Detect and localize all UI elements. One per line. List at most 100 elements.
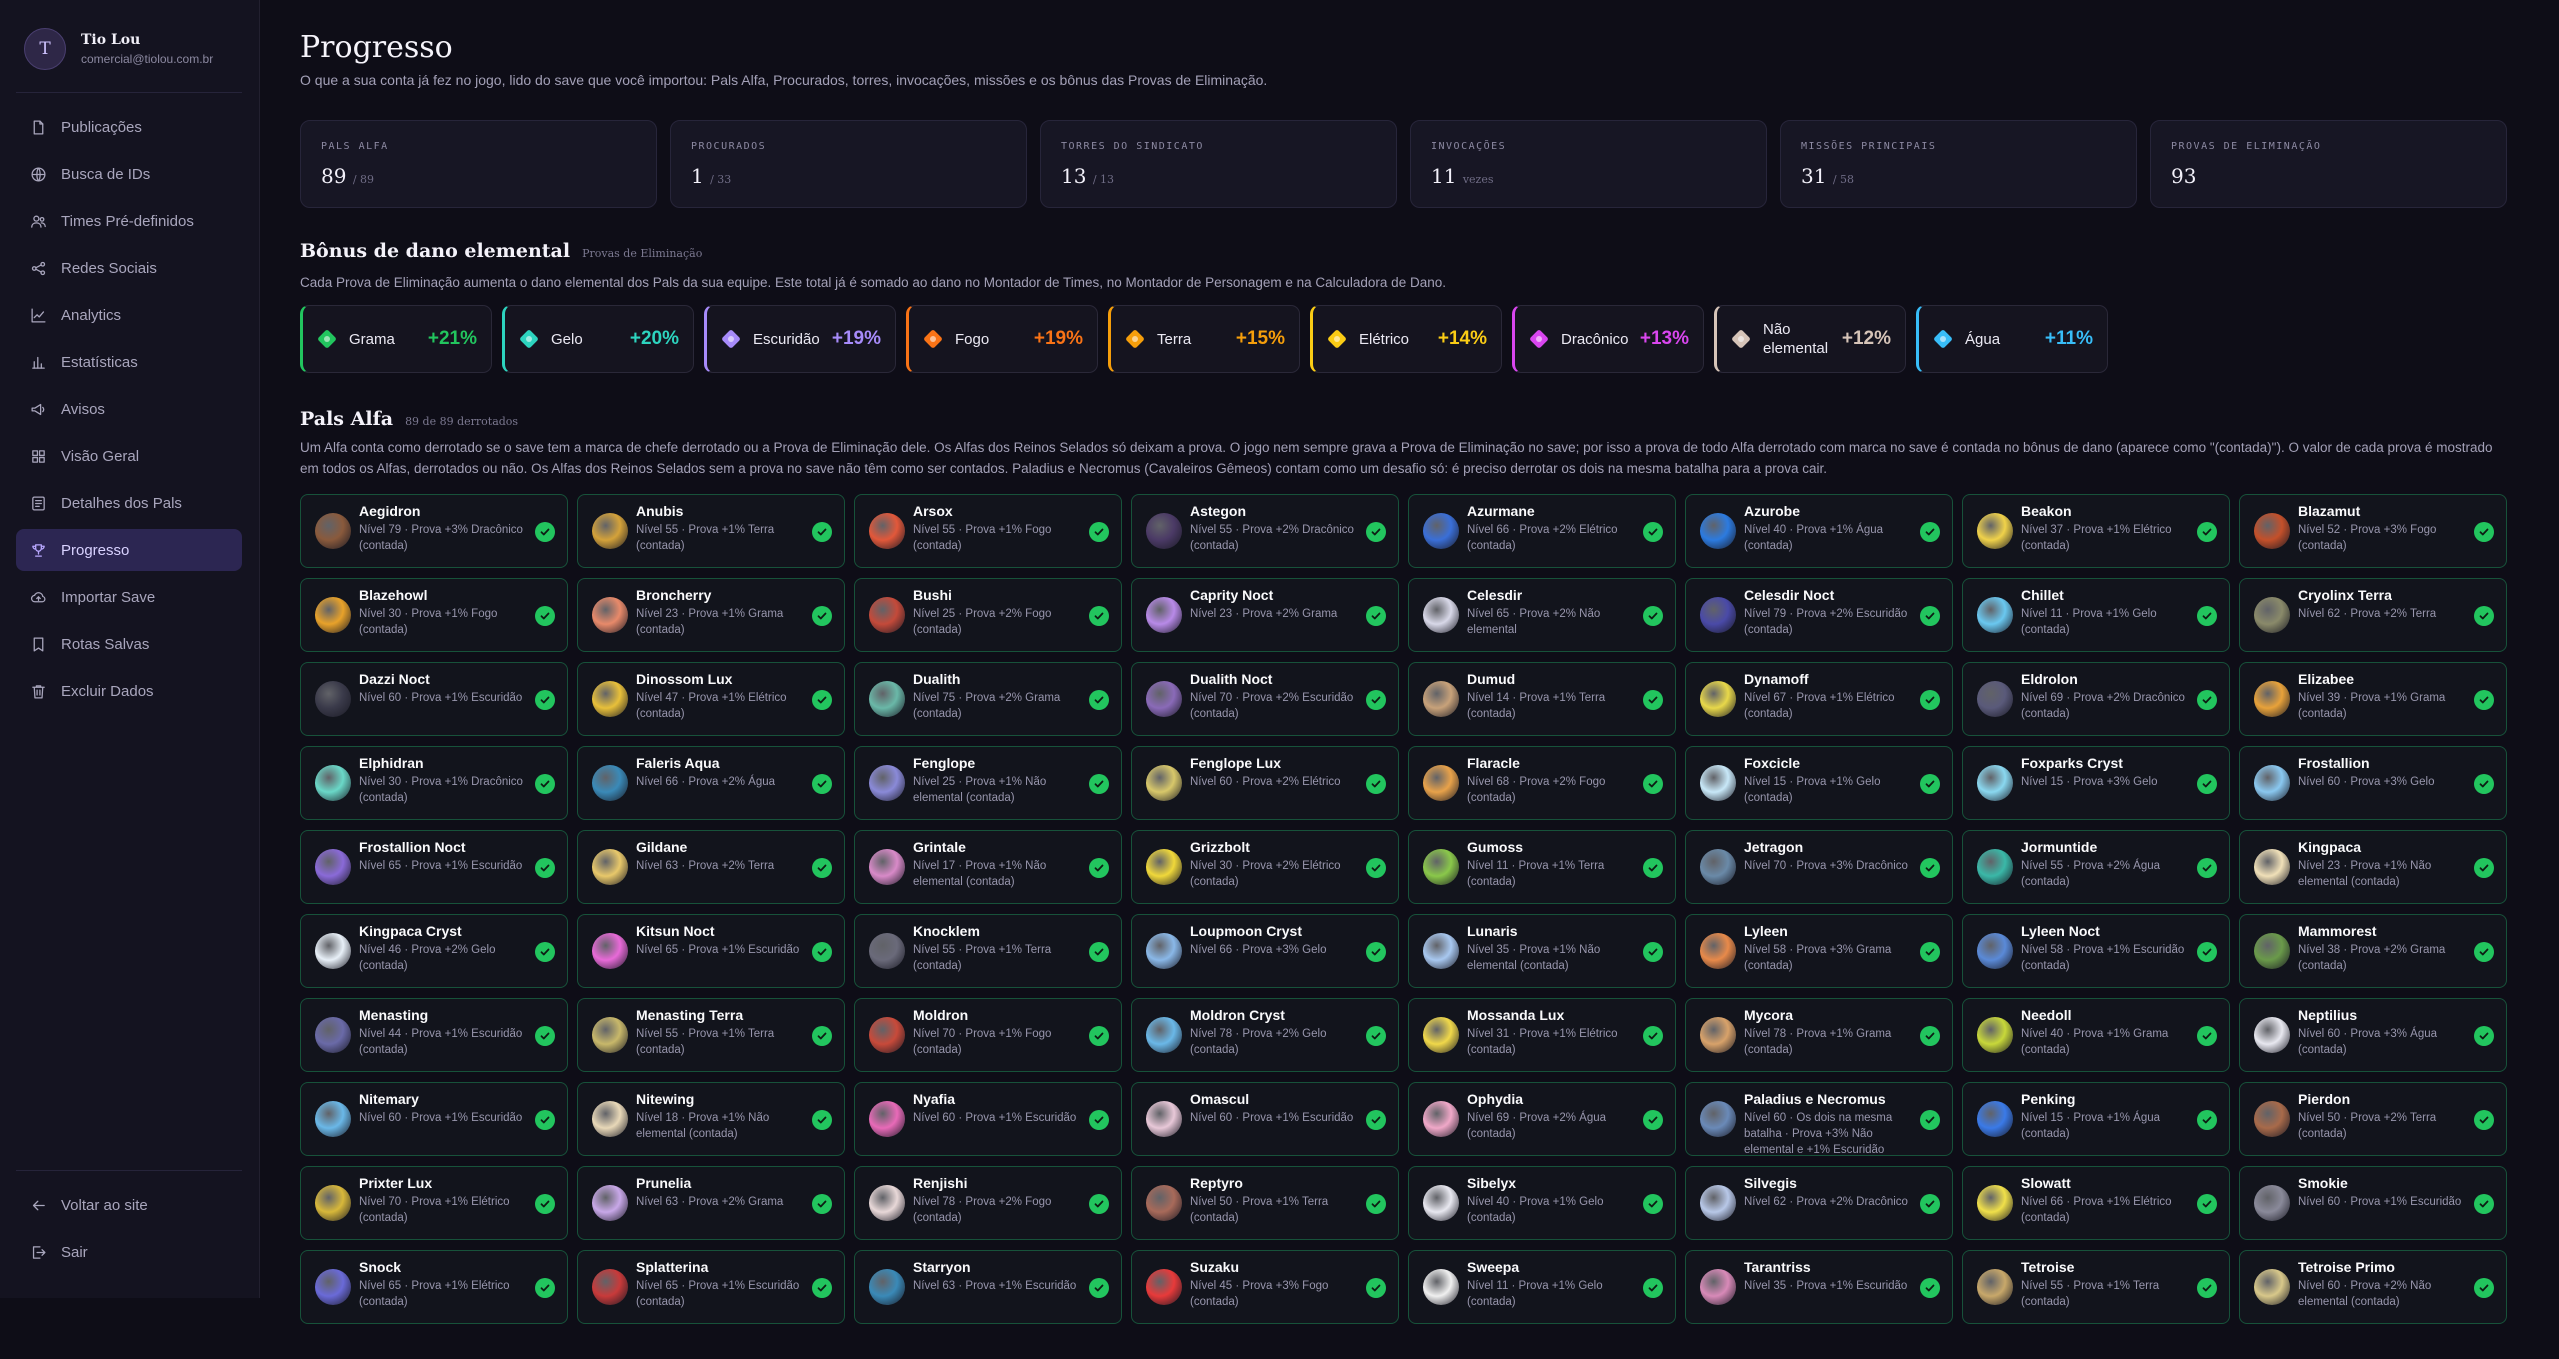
sidebar-item-times-pre-definidos[interactable]: Times Pré-definidos bbox=[16, 200, 242, 242]
sidebar-item-analytics[interactable]: Analytics bbox=[16, 294, 242, 336]
alpha-pal-card[interactable]: Kingpaca Nível 23 · Prova +1% Não element… bbox=[2239, 830, 2507, 904]
alpha-pal-card[interactable]: Celesdir Noct Nível 79 · Prova +2% Escuri… bbox=[1685, 578, 1953, 652]
defeated-check-icon bbox=[1643, 606, 1663, 626]
alpha-pal-card[interactable]: Moldron Cryst Nível 78 · Prova +2% Gelo (… bbox=[1131, 998, 1399, 1072]
alpha-pal-card[interactable]: Azurmane Nível 66 · Prova +2% Elétrico (c… bbox=[1408, 494, 1676, 568]
alpha-pal-card[interactable]: Lunaris Nível 35 · Prova +1% Não elementa… bbox=[1408, 914, 1676, 988]
sidebar-item-rotas-salvas[interactable]: Rotas Salvas bbox=[16, 623, 242, 665]
sidebar-item-excluir-dados[interactable]: Excluir Dados bbox=[16, 670, 242, 712]
alpha-pal-card[interactable]: Jetragon Nível 70 · Prova +3% Dracônico bbox=[1685, 830, 1953, 904]
alpha-pal-card[interactable]: Starryon Nível 63 · Prova +1% Escuridão bbox=[854, 1250, 1122, 1324]
alpha-pal-card[interactable]: Lyleen Noct Nível 58 · Prova +1% Escuridã… bbox=[1962, 914, 2230, 988]
alpha-pal-card[interactable]: Mossanda Lux Nível 31 · Prova +1% Elétric… bbox=[1408, 998, 1676, 1072]
alpha-pal-card[interactable]: Fenglope Nível 25 · Prova +1% Não element… bbox=[854, 746, 1122, 820]
alpha-pal-card[interactable]: Flaracle Nível 68 · Prova +2% Fogo (conta… bbox=[1408, 746, 1676, 820]
user-profile[interactable]: T Tio Lou comercial@tiolou.com.br bbox=[24, 28, 213, 70]
alpha-pal-card[interactable]: Broncherry Nível 23 · Prova +1% Grama (co… bbox=[577, 578, 845, 652]
alpha-pal-card[interactable]: Dinossom Lux Nível 47 · Prova +1% Elétric… bbox=[577, 662, 845, 736]
alpha-pal-card[interactable]: Dualith Noct Nível 70 · Prova +2% Escurid… bbox=[1131, 662, 1399, 736]
alpha-pal-card[interactable]: Tetroise Primo Nível 60 · Prova +2% Não e… bbox=[2239, 1250, 2507, 1324]
alpha-pal-card[interactable]: Nyafia Nível 60 · Prova +1% Escuridão bbox=[854, 1082, 1122, 1156]
alpha-pal-card[interactable]: Sweepa Nível 11 · Prova +1% Gelo (contada… bbox=[1408, 1250, 1676, 1324]
alpha-pal-card[interactable]: Neptilius Nível 60 · Prova +3% Água (cont… bbox=[2239, 998, 2507, 1072]
alpha-pal-card[interactable]: Eldrolon Nível 69 · Prova +2% Dracônico (… bbox=[1962, 662, 2230, 736]
alpha-pal-card[interactable]: Dynamoff Nível 67 · Prova +1% Elétrico (c… bbox=[1685, 662, 1953, 736]
alpha-pal-card[interactable]: Cryolinx Terra Nível 62 · Prova +2% Terra bbox=[2239, 578, 2507, 652]
sidebar-item-label: Excluir Dados bbox=[61, 682, 154, 700]
alpha-pal-card[interactable]: Gumoss Nível 11 · Prova +1% Terra (contad… bbox=[1408, 830, 1676, 904]
alpha-pal-card[interactable]: Dazzi Noct Nível 60 · Prova +1% Escuridão bbox=[300, 662, 568, 736]
alpha-pal-card[interactable]: Tarantriss Nível 35 · Prova +1% Escuridão bbox=[1685, 1250, 1953, 1324]
alpha-pal-card[interactable]: Paladius e Necromus Nível 60 · Os dois na… bbox=[1685, 1082, 1953, 1156]
alpha-pal-card[interactable]: Sibelyx Nível 40 · Prova +1% Gelo (contad… bbox=[1408, 1166, 1676, 1240]
alpha-pal-card[interactable]: Smokie Nível 60 · Prova +1% Escuridão bbox=[2239, 1166, 2507, 1240]
alpha-pal-card[interactable]: Splatterina Nível 65 · Prova +1% Escuridã… bbox=[577, 1250, 845, 1324]
alpha-pal-card[interactable]: Moldron Nível 70 · Prova +1% Fogo (contad… bbox=[854, 998, 1122, 1072]
alpha-pal-card[interactable]: Silvegis Nível 62 · Prova +2% Dracônico bbox=[1685, 1166, 1953, 1240]
sidebar-item-busca-de-ids[interactable]: Busca de IDs bbox=[16, 153, 242, 195]
alpha-pal-card[interactable]: Celesdir Nível 65 · Prova +2% Não element… bbox=[1408, 578, 1676, 652]
sidebar-item-detalhes-dos-pals[interactable]: Detalhes dos Pals bbox=[16, 482, 242, 524]
alpha-pal-card[interactable]: Renjishi Nível 78 · Prova +2% Fogo (conta… bbox=[854, 1166, 1122, 1240]
alpha-pal-card[interactable]: Pierdon Nível 50 · Prova +2% Terra (conta… bbox=[2239, 1082, 2507, 1156]
alpha-pal-card[interactable]: Beakon Nível 37 · Prova +1% Elétrico (con… bbox=[1962, 494, 2230, 568]
alpha-pal-card[interactable]: Menasting Nível 44 · Prova +1% Escuridão … bbox=[300, 998, 568, 1072]
sidebar-item-progresso[interactable]: Progresso bbox=[16, 529, 242, 571]
sidebar-item-estatisticas[interactable]: Estatísticas bbox=[16, 341, 242, 383]
alpha-pal-card[interactable]: Astegon Nível 55 · Prova +2% Dracônico (c… bbox=[1131, 494, 1399, 568]
alpha-pal-card[interactable]: Ophydia Nível 69 · Prova +2% Água (contad… bbox=[1408, 1082, 1676, 1156]
alpha-pal-card[interactable]: Reptyro Nível 50 · Prova +1% Terra (conta… bbox=[1131, 1166, 1399, 1240]
alpha-pal-card[interactable]: Elphidran Nível 30 · Prova +1% Dracônico … bbox=[300, 746, 568, 820]
alpha-pal-card[interactable]: Faleris Aqua Nível 66 · Prova +2% Água bbox=[577, 746, 845, 820]
alpha-pal-card[interactable]: Foxparks Cryst Nível 15 · Prova +3% Gelo bbox=[1962, 746, 2230, 820]
alpha-pal-card[interactable]: Nitemary Nível 60 · Prova +1% Escuridão bbox=[300, 1082, 568, 1156]
alpha-pal-card[interactable]: Fenglope Lux Nível 60 · Prova +2% Elétric… bbox=[1131, 746, 1399, 820]
alpha-pal-card[interactable]: Arsox Nível 55 · Prova +1% Fogo (contada) bbox=[854, 494, 1122, 568]
alpha-pal-card[interactable]: Knocklem Nível 55 · Prova +1% Terra (cont… bbox=[854, 914, 1122, 988]
alpha-pal-card[interactable]: Foxcicle Nível 15 · Prova +1% Gelo (conta… bbox=[1685, 746, 1953, 820]
alpha-pal-card[interactable]: Anubis Nível 55 · Prova +1% Terra (contad… bbox=[577, 494, 845, 568]
alpha-pal-card[interactable]: Frostallion Noct Nível 65 · Prova +1% Esc… bbox=[300, 830, 568, 904]
sidebar-item-voltar-ao-site[interactable]: Voltar ao site bbox=[16, 1184, 242, 1226]
alpha-pal-card[interactable]: Grizzbolt Nível 30 · Prova +2% Elétrico (… bbox=[1131, 830, 1399, 904]
alpha-pal-card[interactable]: Gildane Nível 63 · Prova +2% Terra bbox=[577, 830, 845, 904]
alpha-pal-card[interactable]: Azurobe Nível 40 · Prova +1% Água (contad… bbox=[1685, 494, 1953, 568]
alpha-pal-card[interactable]: Omascul Nível 60 · Prova +1% Escuridão bbox=[1131, 1082, 1399, 1156]
alpha-pal-card[interactable]: Lyleen Nível 58 · Prova +3% Grama (contad… bbox=[1685, 914, 1953, 988]
alpha-pal-card[interactable]: Snock Nível 65 · Prova +1% Elétrico (cont… bbox=[300, 1250, 568, 1324]
alpha-pal-card[interactable]: Caprity Noct Nível 23 · Prova +2% Grama bbox=[1131, 578, 1399, 652]
alpha-pal-card[interactable]: Prixter Lux Nível 70 · Prova +1% Elétrico… bbox=[300, 1166, 568, 1240]
alpha-pal-card[interactable]: Tetroise Nível 55 · Prova +1% Terra (cont… bbox=[1962, 1250, 2230, 1324]
sidebar-item-sair[interactable]: Sair bbox=[16, 1231, 242, 1273]
alpha-pal-card[interactable]: Slowatt Nível 66 · Prova +1% Elétrico (co… bbox=[1962, 1166, 2230, 1240]
pal-name: Arsox bbox=[913, 503, 953, 519]
alpha-pal-card[interactable]: Frostallion Nível 60 · Prova +3% Gelo bbox=[2239, 746, 2507, 820]
alpha-pal-card[interactable]: Suzaku Nível 45 · Prova +3% Fogo (contada… bbox=[1131, 1250, 1399, 1324]
alpha-pal-card[interactable]: Menasting Terra Nível 55 · Prova +1% Terr… bbox=[577, 998, 845, 1072]
alpha-pal-card[interactable]: Aegidron Nível 79 · Prova +3% Dracônico (… bbox=[300, 494, 568, 568]
alpha-pal-card[interactable]: Penking Nível 15 · Prova +1% Água (contad… bbox=[1962, 1082, 2230, 1156]
alpha-pal-card[interactable]: Nitewing Nível 18 · Prova +1% Não element… bbox=[577, 1082, 845, 1156]
alpha-pal-card[interactable]: Needoll Nível 40 · Prova +1% Grama (conta… bbox=[1962, 998, 2230, 1072]
alpha-pal-card[interactable]: Elizabee Nível 39 · Prova +1% Grama (cont… bbox=[2239, 662, 2507, 736]
alpha-pal-card[interactable]: Bushi Nível 25 · Prova +2% Fogo (contada) bbox=[854, 578, 1122, 652]
alpha-pal-card[interactable]: Kingpaca Cryst Nível 46 · Prova +2% Gelo … bbox=[300, 914, 568, 988]
alpha-pal-card[interactable]: Blazamut Nível 52 · Prova +3% Fogo (conta… bbox=[2239, 494, 2507, 568]
alpha-pal-card[interactable]: Grintale Nível 17 · Prova +1% Não element… bbox=[854, 830, 1122, 904]
alpha-pal-card[interactable]: Dualith Nível 75 · Prova +2% Grama (conta… bbox=[854, 662, 1122, 736]
alpha-pal-card[interactable]: Chillet Nível 11 · Prova +1% Gelo (contad… bbox=[1962, 578, 2230, 652]
alpha-pal-card[interactable]: Loupmoon Cryst Nível 66 · Prova +3% Gelo bbox=[1131, 914, 1399, 988]
alpha-pal-card[interactable]: Dumud Nível 14 · Prova +1% Terra (contada… bbox=[1408, 662, 1676, 736]
alpha-pal-card[interactable]: Mammorest Nível 38 · Prova +2% Grama (con… bbox=[2239, 914, 2507, 988]
pal-icon bbox=[869, 681, 905, 717]
alpha-pal-card[interactable]: Kitsun Noct Nível 65 · Prova +1% Escuridã… bbox=[577, 914, 845, 988]
alpha-pal-card[interactable]: Jormuntide Nível 55 · Prova +2% Água (con… bbox=[1962, 830, 2230, 904]
sidebar-item-importar-save[interactable]: Importar Save bbox=[16, 576, 242, 618]
sidebar-item-visao-geral[interactable]: Visão Geral bbox=[16, 435, 242, 477]
alpha-pal-card[interactable]: Mycora Nível 78 · Prova +1% Grama (contad… bbox=[1685, 998, 1953, 1072]
sidebar-item-avisos[interactable]: Avisos bbox=[16, 388, 242, 430]
sidebar-item-publicacoes[interactable]: Publicações bbox=[16, 106, 242, 148]
alpha-pal-card[interactable]: Blazehowl Nível 30 · Prova +1% Fogo (cont… bbox=[300, 578, 568, 652]
sidebar-item-redes-sociais[interactable]: Redes Sociais bbox=[16, 247, 242, 289]
alpha-pal-card[interactable]: Prunelia Nível 63 · Prova +2% Grama bbox=[577, 1166, 845, 1240]
